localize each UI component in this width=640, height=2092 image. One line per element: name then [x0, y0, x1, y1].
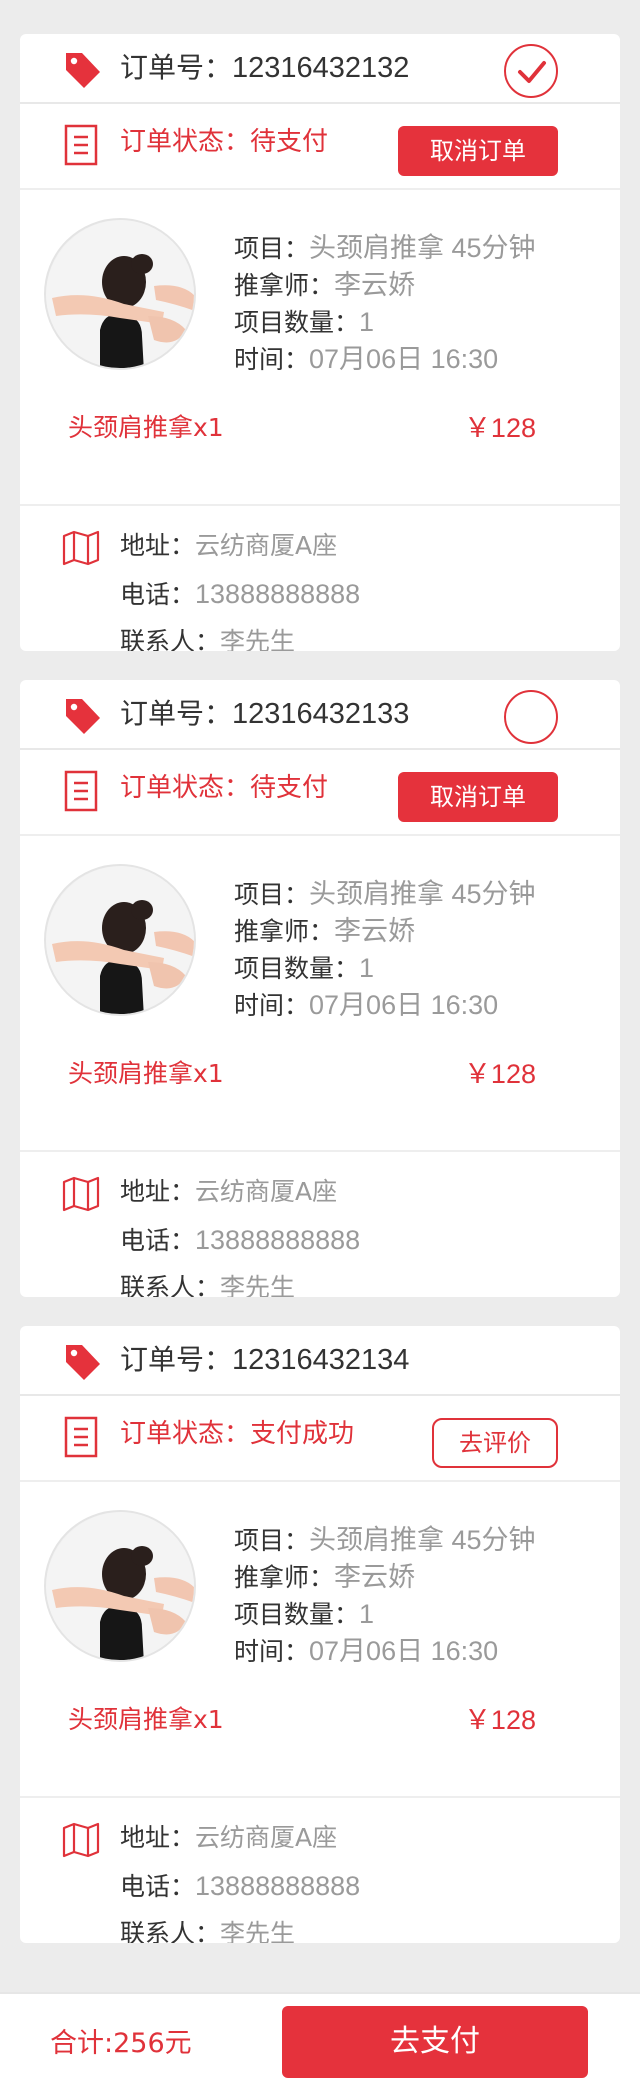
item-summary: 头颈肩推拿x1	[68, 1705, 224, 1734]
order-status-row: 订单状态：待支付 取消订单	[20, 104, 620, 190]
item-price: ￥128	[463, 1705, 536, 1735]
document-icon	[64, 770, 98, 812]
document-icon	[64, 1416, 98, 1458]
quantity-line: 项目数量：1	[234, 1599, 375, 1629]
cancel-order-button[interactable]: 取消订单	[398, 126, 558, 176]
order-status: 订单状态：待支付	[120, 773, 329, 803]
tag-icon	[66, 1345, 100, 1380]
order-number-row: 订单号：12316432132	[20, 34, 620, 104]
contact-line: 联系人：李先生	[120, 627, 296, 651]
review-button[interactable]: 去评价	[432, 1418, 558, 1468]
address-line: 地址：云纺商厦A座	[120, 1177, 338, 1206]
order-card: 订单号：12316432132 订单状态：待支付 取消订单 项目：头颈肩推拿 4…	[20, 34, 620, 651]
address-row: 地址：云纺商厦A座 电话：13888888888 联系人：李先生	[20, 1152, 620, 1297]
order-status-row: 订单状态：待支付 取消订单	[20, 750, 620, 836]
total-amount: 合计:256元	[50, 2028, 192, 2059]
address-row: 地址：云纺商厦A座 电话：13888888888 联系人：李先生	[20, 1798, 620, 1943]
time-line: 时间：07月06日 16:30	[234, 1636, 499, 1666]
quantity-line: 项目数量：1	[234, 307, 375, 337]
map-icon	[62, 1822, 100, 1858]
order-status: 订单状态：待支付	[120, 127, 329, 157]
order-status: 订单状态：支付成功	[120, 1419, 355, 1449]
tag-icon	[66, 53, 100, 88]
contact-line: 联系人：李先生	[120, 1273, 296, 1297]
phone-line: 电话：13888888888	[120, 579, 361, 609]
time-line: 时间：07月06日 16:30	[234, 990, 499, 1020]
order-number-row: 订单号：12316432134	[20, 1326, 620, 1396]
product-row: 项目：头颈肩推拿 45分钟 推拿师：李云娇 项目数量：1 时间：07月06日 1…	[20, 836, 620, 1152]
pay-button[interactable]: 去支付	[282, 2006, 588, 2078]
item-price: ￥128	[463, 1059, 536, 1089]
checkout-bar: 合计:256元 去支付	[0, 1992, 640, 2092]
map-icon	[62, 1176, 100, 1212]
map-icon	[62, 530, 100, 566]
order-number: 订单号：12316432134	[120, 1343, 410, 1376]
order-info: 项目：头颈肩推拿 45分钟 推拿师：李云娇 项目数量：1 时间：07月06日 1…	[234, 1522, 536, 1670]
phone-line: 电话：13888888888	[120, 1871, 361, 1901]
quantity-line: 项目数量：1	[234, 953, 375, 983]
address-row: 地址：云纺商厦A座 电话：13888888888 联系人：李先生	[20, 506, 620, 651]
order-number-row: 订单号：12316432133	[20, 680, 620, 750]
select-checkbox[interactable]	[504, 690, 558, 744]
project-line: 项目：头颈肩推拿 45分钟	[234, 1525, 536, 1555]
product-row: 项目：头颈肩推拿 45分钟 推拿师：李云娇 项目数量：1 时间：07月06日 1…	[20, 1482, 620, 1798]
project-line: 项目：头颈肩推拿 45分钟	[234, 879, 536, 909]
cancel-order-button[interactable]: 取消订单	[398, 772, 558, 822]
therapist-line: 推拿师：李云娇	[234, 916, 416, 946]
time-line: 时间：07月06日 16:30	[234, 344, 499, 374]
order-number: 订单号：12316432133	[120, 697, 410, 730]
order-number: 订单号：12316432132	[120, 51, 410, 84]
order-info: 项目：头颈肩推拿 45分钟 推拿师：李云娇 项目数量：1 时间：07月06日 1…	[234, 230, 536, 378]
therapist-photo	[44, 864, 196, 1016]
order-card: 订单号：12316432133 订单状态：待支付 取消订单 项目：头颈肩推拿 4…	[20, 680, 620, 1297]
checkmark-icon	[518, 61, 546, 83]
item-summary: 头颈肩推拿x1	[68, 1059, 224, 1088]
product-row: 项目：头颈肩推拿 45分钟 推拿师：李云娇 项目数量：1 时间：07月06日 1…	[20, 190, 620, 506]
select-checkbox[interactable]	[504, 44, 558, 98]
item-price: ￥128	[463, 413, 536, 443]
therapist-photo	[44, 218, 196, 370]
document-icon	[64, 124, 98, 166]
order-card: 订单号：12316432134 订单状态：支付成功 去评价 项目：头颈肩推拿 4…	[20, 1326, 620, 1943]
therapist-line: 推拿师：李云娇	[234, 270, 416, 300]
therapist-line: 推拿师：李云娇	[234, 1562, 416, 1592]
address-line: 地址：云纺商厦A座	[120, 531, 338, 560]
order-info: 项目：头颈肩推拿 45分钟 推拿师：李云娇 项目数量：1 时间：07月06日 1…	[234, 876, 536, 1024]
contact-line: 联系人：李先生	[120, 1919, 296, 1943]
therapist-photo	[44, 1510, 196, 1662]
item-summary: 头颈肩推拿x1	[68, 413, 224, 442]
tag-icon	[66, 699, 100, 734]
order-status-row: 订单状态：支付成功 去评价	[20, 1396, 620, 1482]
address-line: 地址：云纺商厦A座	[120, 1823, 338, 1852]
project-line: 项目：头颈肩推拿 45分钟	[234, 233, 536, 263]
phone-line: 电话：13888888888	[120, 1225, 361, 1255]
